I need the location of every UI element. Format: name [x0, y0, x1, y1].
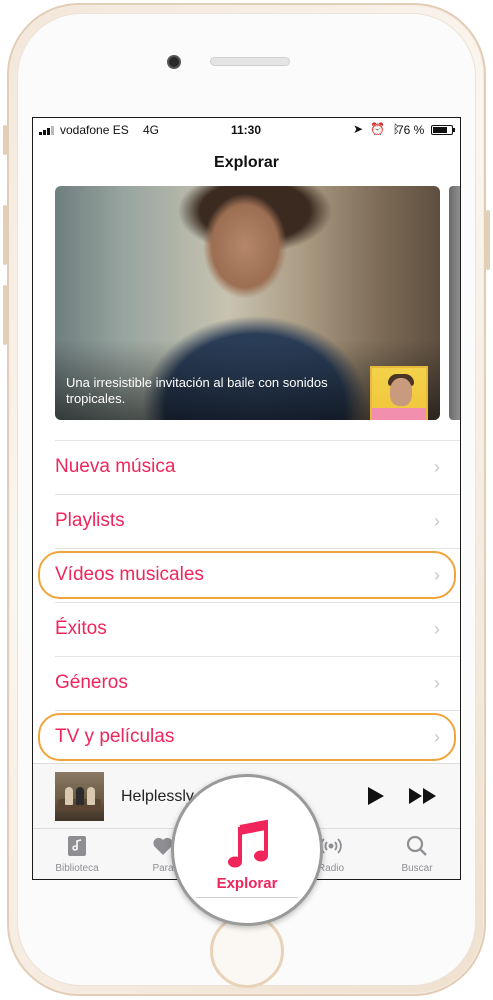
- menu-item-label: TV y películas: [55, 726, 175, 747]
- play-icon[interactable]: [363, 784, 387, 808]
- menu-item-label: Playlists: [55, 510, 125, 531]
- status-icons: ➤ ⏰ ᛒ: [353, 122, 402, 136]
- menu-item-generos[interactable]: Géneros ›: [33, 656, 460, 710]
- fast-forward-icon[interactable]: [407, 784, 439, 808]
- menu-item-playlists[interactable]: Playlists ›: [33, 494, 460, 548]
- menu-item-label: Nueva música: [55, 456, 176, 477]
- search-icon: [406, 835, 427, 856]
- banner-caption: Una irresistible invitación al baile con…: [66, 375, 328, 406]
- menu-item-tv-peliculas[interactable]: TV y películas ›: [33, 710, 460, 764]
- tab-label: Buscar: [401, 863, 433, 874]
- battery-fill: [433, 127, 447, 133]
- tab-label: Biblioteca: [55, 863, 99, 874]
- signal-icon: [39, 126, 54, 135]
- alarm-icon: ⏰: [370, 122, 388, 136]
- menu-item-label: Vídeos musicales: [55, 564, 204, 585]
- mute-switch: [3, 125, 7, 155]
- status-bar: vodafone ES 4G 11:30 ➤ ⏰ ᛒ 76 %: [33, 118, 460, 142]
- earpiece-speaker: [210, 57, 290, 66]
- menu-item-label: Géneros: [55, 672, 128, 693]
- menu-item-nueva-musica[interactable]: Nueva música ›: [33, 440, 460, 494]
- status-time: 11:30: [231, 123, 262, 137]
- page-title: Explorar: [214, 154, 279, 171]
- chevron-right-icon: ›: [434, 673, 440, 693]
- menu-item-videos-musicales[interactable]: Vídeos musicales ›: [33, 548, 460, 602]
- power-button: [486, 210, 490, 270]
- menu-item-exitos[interactable]: Éxitos ›: [33, 602, 460, 656]
- chevron-right-icon: ›: [434, 619, 440, 639]
- next-banner-peek[interactable]: [449, 186, 460, 420]
- chevron-right-icon: ›: [434, 565, 440, 585]
- volume-down-button: [3, 285, 7, 345]
- browse-menu: Nueva música › Playlists › Vídeos musica…: [33, 440, 460, 764]
- screen: vodafone ES 4G 11:30 ➤ ⏰ ᛒ 76 % Explorar…: [32, 117, 461, 880]
- front-camera: [167, 55, 181, 69]
- now-playing-artwork[interactable]: [55, 772, 104, 821]
- library-icon: [68, 836, 86, 856]
- carrier-name: vodafone ES: [60, 123, 129, 137]
- tab-buscar[interactable]: Buscar: [377, 829, 457, 879]
- battery-percent: 76 %: [397, 123, 425, 137]
- now-playing-title[interactable]: Helplessly: [121, 788, 194, 806]
- album-thumbnail[interactable]: [370, 366, 428, 420]
- music-note-icon: [228, 819, 268, 868]
- network-type: 4G: [143, 123, 160, 137]
- chevron-right-icon: ›: [434, 727, 440, 747]
- location-icon: ➤: [353, 122, 366, 136]
- chevron-right-icon: ›: [434, 457, 440, 477]
- tab-biblioteca[interactable]: Biblioteca: [37, 829, 117, 879]
- menu-item-label: Éxitos: [55, 618, 107, 639]
- tab-explorar[interactable]: Explorar: [171, 774, 323, 926]
- magnifier-divider: [196, 897, 298, 898]
- tab-label: Explorar: [216, 875, 278, 892]
- battery-icon: [431, 125, 455, 135]
- chevron-right-icon: ›: [434, 511, 440, 531]
- volume-up-button: [3, 205, 7, 265]
- featured-banner[interactable]: Una irresistible invitación al baile con…: [55, 186, 440, 420]
